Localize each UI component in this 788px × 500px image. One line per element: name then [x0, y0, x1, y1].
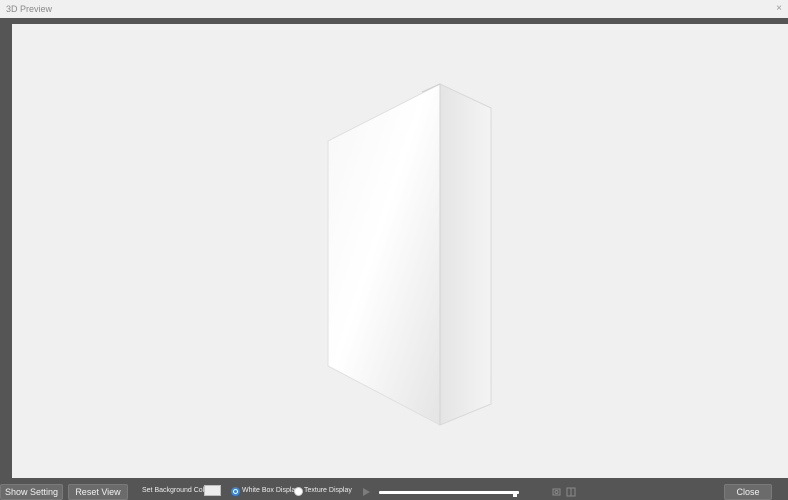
- box-front-face: [327, 83, 441, 426]
- animation-slider-thumb[interactable]: [513, 493, 517, 497]
- box-side-face: [439, 83, 492, 426]
- background-color-label: Set Background Color:: [142, 487, 213, 494]
- texture-display-label[interactable]: Texture Display: [304, 487, 352, 494]
- show-setting-button[interactable]: Show Setting: [0, 484, 63, 500]
- camera-icon[interactable]: [552, 487, 562, 497]
- bottom-toolbar: Show Setting Reset View Set Background C…: [0, 482, 788, 500]
- 3d-viewport[interactable]: [12, 24, 788, 478]
- window-titlebar: 3D Preview ×: [0, 0, 788, 18]
- reset-view-button[interactable]: Reset View: [68, 484, 128, 500]
- texture-display-radio[interactable]: [294, 487, 303, 496]
- white-box-display-label[interactable]: White Box Display: [242, 487, 299, 494]
- animation-slider[interactable]: [379, 491, 519, 494]
- frame-view-icon[interactable]: [566, 487, 576, 497]
- background-color-swatch[interactable]: [204, 485, 221, 496]
- play-icon[interactable]: [363, 488, 370, 496]
- window-title: 3D Preview: [6, 4, 53, 14]
- white-box-display-radio[interactable]: [231, 487, 240, 496]
- window-close-icon[interactable]: ×: [772, 2, 786, 16]
- close-button[interactable]: Close: [724, 484, 772, 500]
- white-box-model: [327, 83, 492, 426]
